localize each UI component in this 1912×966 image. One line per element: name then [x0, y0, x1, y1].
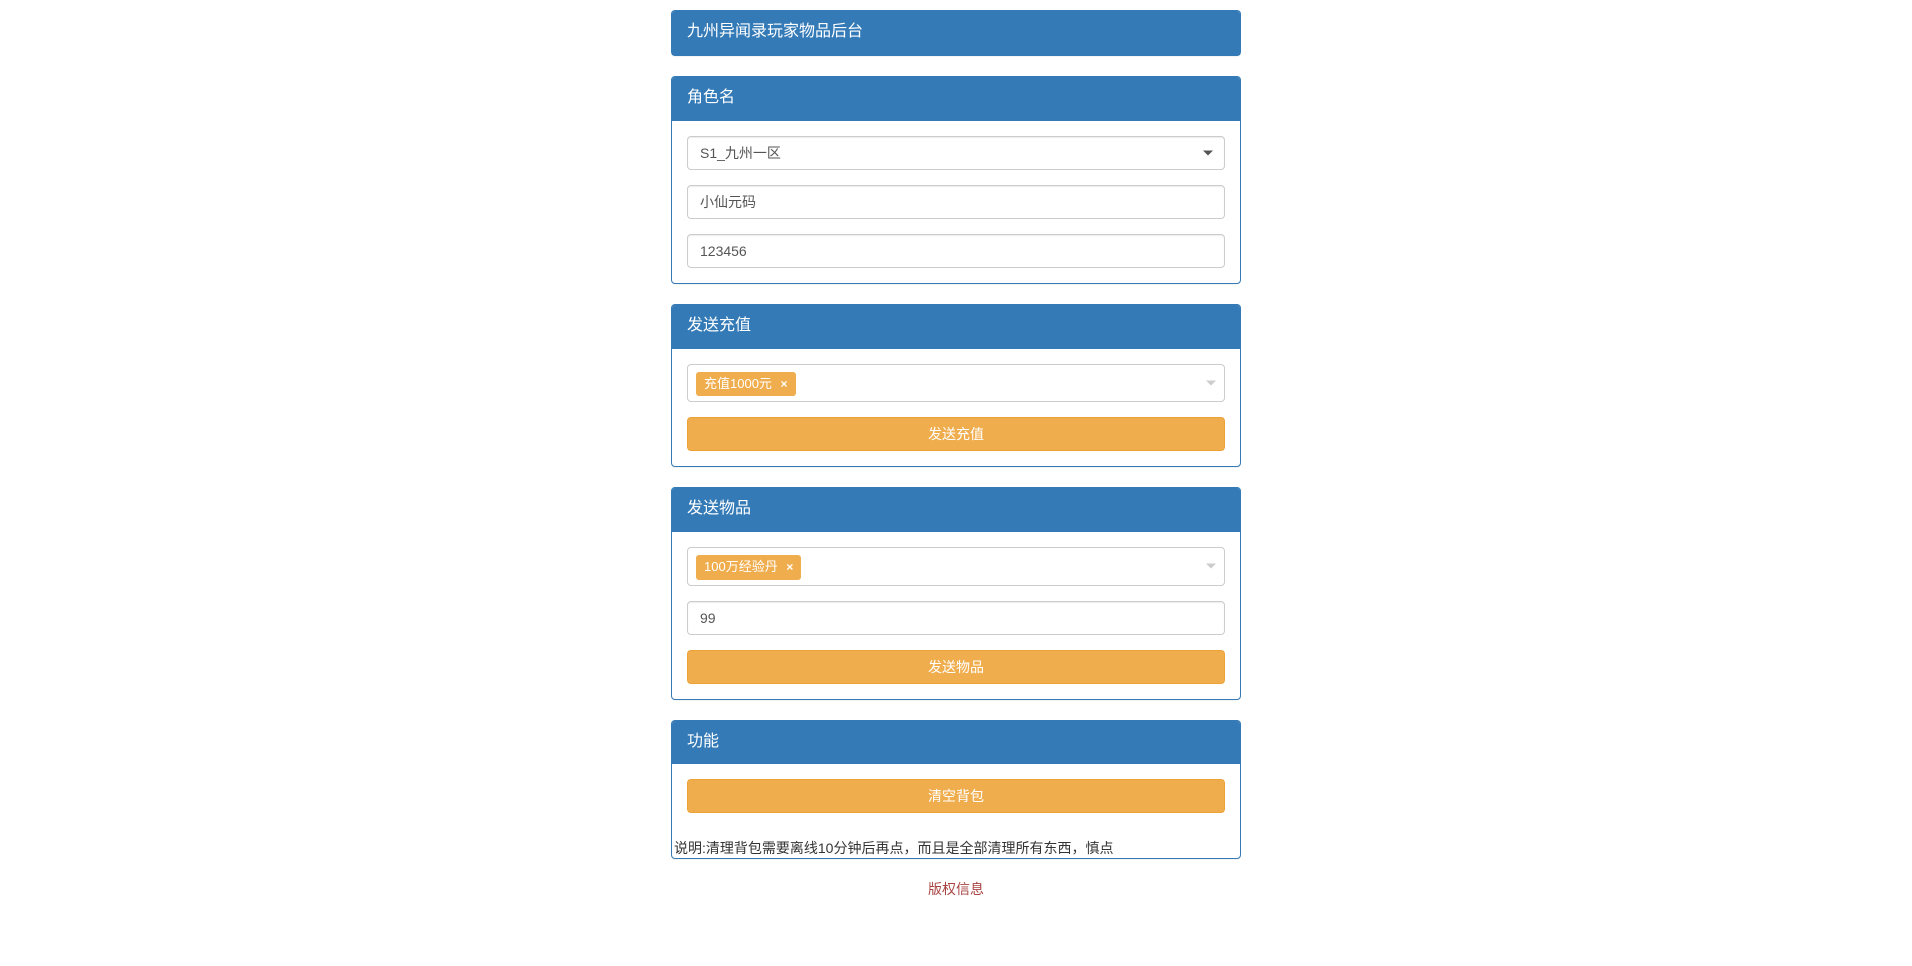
item-panel: 发送物品 100万经验丹 × 发送物品 [671, 487, 1241, 699]
page-title: 九州异闻录玩家物品后台 [687, 21, 1225, 44]
clear-bag-button[interactable]: 清空背包 [687, 779, 1225, 813]
recharge-panel-title: 发送充值 [687, 315, 1225, 338]
item-panel-heading: 发送物品 [672, 488, 1240, 532]
character-name-input[interactable] [687, 185, 1225, 219]
recharge-panel: 发送充值 充值1000元 × 发送充值 [671, 304, 1241, 467]
character-panel: 角色名 S1_九州一区 [671, 76, 1241, 284]
function-panel-title: 功能 [687, 731, 1225, 754]
function-panel-heading: 功能 [672, 721, 1240, 765]
recharge-multiselect[interactable]: 充值1000元 × [687, 364, 1225, 403]
function-note: 说明:清理背包需要离线10分钟后再点，而且是全部清理所有东西，慎点 [672, 838, 1240, 858]
character-panel-heading: 角色名 [672, 77, 1240, 121]
remove-tag-icon[interactable]: × [781, 377, 788, 391]
chevron-down-icon[interactable] [1206, 564, 1216, 569]
item-panel-title: 发送物品 [687, 498, 1225, 521]
chevron-down-icon[interactable] [1206, 380, 1216, 385]
header-panel-heading: 九州异闻录玩家物品后台 [672, 11, 1240, 55]
item-tag-label: 100万经验丹 [704, 559, 778, 574]
header-panel: 九州异闻录玩家物品后台 [671, 10, 1241, 56]
character-panel-title: 角色名 [687, 87, 1225, 110]
footer-copyright: 版权信息 [671, 879, 1241, 899]
recharge-tag-label: 充值1000元 [704, 376, 772, 391]
item-tag: 100万经验丹 × [696, 555, 801, 580]
send-item-button[interactable]: 发送物品 [687, 650, 1225, 684]
server-select[interactable]: S1_九州一区 [687, 136, 1225, 170]
item-quantity-input[interactable] [687, 601, 1225, 635]
item-multiselect[interactable]: 100万经验丹 × [687, 547, 1225, 586]
recharge-panel-heading: 发送充值 [672, 305, 1240, 349]
remove-tag-icon[interactable]: × [786, 560, 793, 574]
function-panel: 功能 清空背包 说明:清理背包需要离线10分钟后再点，而且是全部清理所有东西，慎… [671, 720, 1241, 860]
send-recharge-button[interactable]: 发送充值 [687, 417, 1225, 451]
recharge-tag: 充值1000元 × [696, 372, 796, 397]
character-id-input[interactable] [687, 234, 1225, 268]
